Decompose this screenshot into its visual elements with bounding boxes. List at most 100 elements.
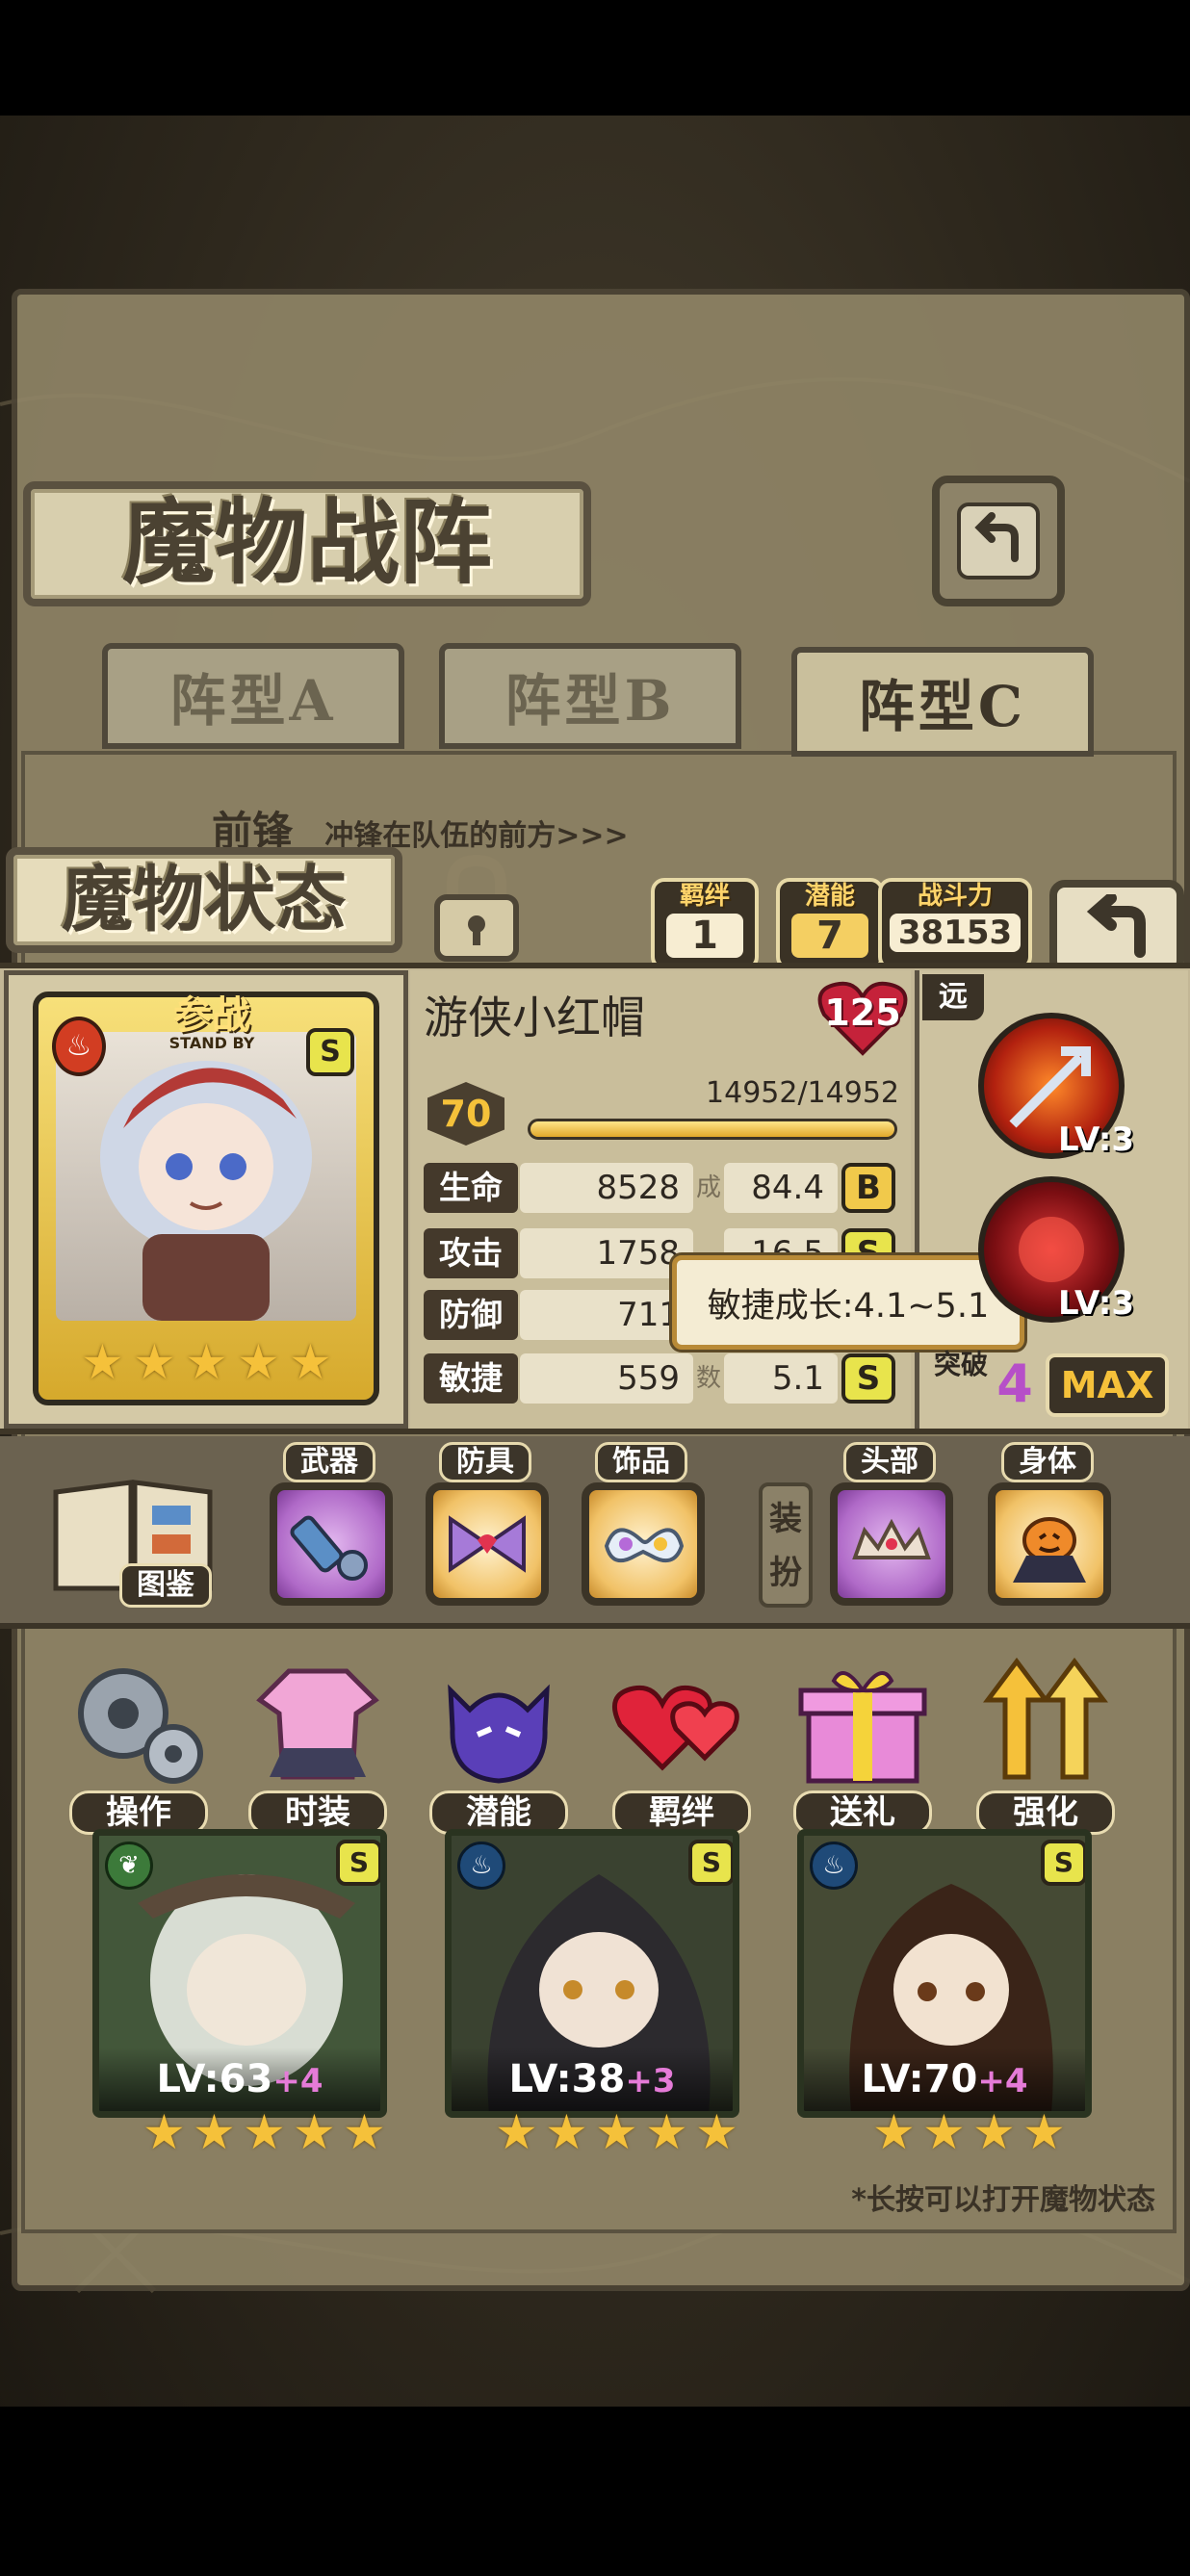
slot-label: 头部 <box>843 1442 936 1482</box>
enhance-button[interactable]: 强化 <box>969 1652 1123 1835</box>
bond-button[interactable]: 羁绊 <box>605 1652 759 1835</box>
power-value: 38153 <box>890 914 1021 952</box>
star-icon: ★ <box>1022 2104 1066 2160</box>
top-bar <box>0 0 1190 116</box>
grade-badge: S <box>1041 1840 1085 1886</box>
body-slot[interactable] <box>988 1482 1111 1606</box>
status-title-plate: 魔物状态 <box>6 847 402 953</box>
accessory-slot[interactable] <box>582 1482 705 1606</box>
tab-formation-a[interactable]: 阵型A <box>102 643 404 749</box>
standby-banner: 参战 STAND BY <box>135 984 289 1052</box>
head-slot[interactable] <box>830 1482 953 1606</box>
gift-button[interactable]: 送礼 <box>786 1652 940 1835</box>
footer-hint: *长按可以打开魔物状态 <box>851 2183 1155 2217</box>
monster-card[interactable]: ♨ S LV:70+4 <box>797 1829 1092 2118</box>
armor-slot[interactable] <box>426 1482 549 1606</box>
codex-button[interactable]: 图鉴 <box>46 1463 220 1617</box>
star-icon: ★ <box>972 2104 1016 2160</box>
bottom-bar <box>0 2407 1190 2576</box>
stat-name: 敏捷 <box>424 1353 518 1404</box>
monster-name: 游侠小红帽 <box>424 992 645 1043</box>
stat-row-agility: 敏捷 559 数 5.1 S <box>424 1353 895 1407</box>
gears-icon <box>78 1668 203 1784</box>
up-arrows-icon <box>983 1657 1108 1780</box>
potential-label: 潜能 <box>804 882 855 911</box>
star-rating: ★ ★ ★ ★ <box>872 2108 1071 2162</box>
status-title: 魔物状态 <box>62 859 347 941</box>
bond-badge: 羁绊 1 <box>651 878 759 970</box>
star-icon: ★ <box>193 2104 236 2160</box>
star-icon: ★ <box>81 1334 124 1390</box>
leaf-element-icon: ❦ <box>105 1842 153 1890</box>
tab-label: 阵型C <box>858 674 1027 739</box>
stat-grade: B <box>841 1163 895 1213</box>
star-icon: ★ <box>595 2104 638 2160</box>
star-icon: ★ <box>293 2104 336 2160</box>
water-element-icon: ♨ <box>457 1842 505 1890</box>
bond-label: 羁绊 <box>679 882 730 911</box>
star-icon: ★ <box>185 1334 228 1390</box>
standby-label: 参战 <box>173 993 250 1038</box>
rank-heart: 125 <box>816 980 909 1057</box>
title-plate: 魔物战阵 <box>23 481 591 606</box>
potential-button[interactable]: 潜能 <box>422 1652 576 1835</box>
level-plus: +4 <box>272 2062 323 2100</box>
star-icon: ★ <box>343 2104 386 2160</box>
tab-formation-c[interactable]: 阵型C <box>791 647 1094 757</box>
level-text: LV:38 <box>508 2057 626 2101</box>
tiara-head-icon <box>852 1518 931 1559</box>
stat-name: 攻击 <box>424 1228 518 1278</box>
rank-value: 125 <box>824 992 901 1034</box>
slot-label: 防具 <box>439 1442 531 1482</box>
slot-label: 武器 <box>283 1442 375 1482</box>
stat-growth: 84.4 <box>724 1163 838 1213</box>
gift-icon <box>798 1671 927 1784</box>
potential-badge: 潜能 7 <box>776 878 884 970</box>
growth-tooltip: 敏捷成长:4.1~5.1 <box>672 1255 1024 1350</box>
slot-label: 饰品 <box>595 1442 687 1482</box>
max-button[interactable]: MAX <box>1046 1353 1169 1417</box>
skill-level: LV:3 <box>1057 1284 1134 1323</box>
star-rating: ★ ★ ★ ★ ★ <box>142 2108 391 2162</box>
slot-label: 身体 <box>1001 1442 1094 1482</box>
monster-level: LV:70+4 <box>804 2048 1085 2111</box>
return-button[interactable] <box>1049 880 1184 976</box>
tab-label: 阵型A <box>169 668 337 734</box>
weapon-slot[interactable] <box>270 1482 393 1606</box>
tab-formation-b[interactable]: 阵型B <box>439 643 741 749</box>
power-label: 战斗力 <box>917 882 993 911</box>
lock-icon[interactable] <box>424 849 530 965</box>
grade-badge: S <box>306 1028 354 1076</box>
level-text: LV:63 <box>156 2057 273 2101</box>
stat-grade: S <box>841 1353 895 1404</box>
monster-card[interactable]: ♨ S LV:38+3 <box>445 1829 739 2118</box>
skill-red-orb[interactable]: LV:3 <box>978 1176 1134 1323</box>
monster-level: LV:63+4 <box>99 2048 380 2111</box>
tooltip-text: 敏捷成长:4.1~5.1 <box>707 1286 990 1326</box>
grade-badge: S <box>336 1840 380 1886</box>
stat-row-hp: 生命 8528 成 84.4 B <box>424 1163 895 1217</box>
level-text: LV:70 <box>861 2057 978 2101</box>
hp-bar-fill <box>530 1121 894 1137</box>
star-rating: ★ ★ ★ ★ ★ <box>81 1338 337 1386</box>
star-icon: ★ <box>695 2104 738 2160</box>
operate-button[interactable]: 操作 <box>62 1652 216 1835</box>
stat-value: 1758 <box>520 1228 693 1278</box>
standby-sub: STAND BY <box>168 1034 255 1052</box>
star-icon: ★ <box>237 1334 280 1390</box>
potential-value: 7 <box>791 914 868 958</box>
bow-armor-icon <box>449 1515 526 1573</box>
range-label: 远 <box>922 974 984 1020</box>
star-rating: ★ ★ ★ ★ ★ <box>495 2108 743 2162</box>
codex-label: 图鉴 <box>119 1563 212 1608</box>
breakthrough-label: 突破 <box>933 1349 988 1380</box>
hp-text: 14952/14952 <box>706 1076 899 1110</box>
stat-side: 成 <box>695 1173 721 1202</box>
blaster-weapon-icon <box>290 1515 368 1581</box>
skill-arrow-fire[interactable]: LV:3 <box>978 1013 1134 1159</box>
monster-level: LV:38+3 <box>452 2048 733 2111</box>
portrait-card[interactable]: ♨ 参战 STAND BY S ★ ★ ★ ★ ★ <box>33 992 379 1405</box>
fashion-button[interactable]: 时装 <box>241 1652 395 1835</box>
back-button[interactable] <box>932 476 1065 606</box>
monster-card[interactable]: ❦ S LV:63+4 <box>92 1829 387 2118</box>
